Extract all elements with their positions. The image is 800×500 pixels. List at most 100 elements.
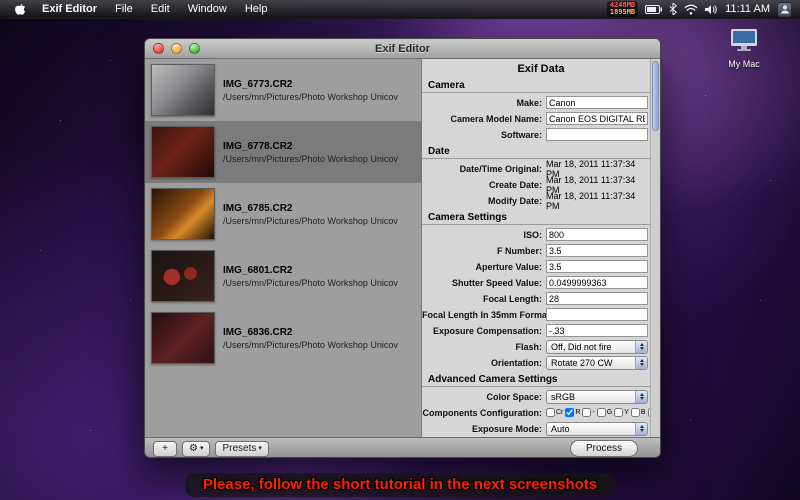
section-title: Camera Settings	[422, 209, 660, 224]
file-thumbnail	[151, 126, 215, 178]
focal-length-input[interactable]	[546, 292, 648, 305]
apple-menu-icon[interactable]	[8, 2, 32, 16]
checkbox-label: -	[592, 409, 594, 416]
popup-arrows-icon	[635, 391, 647, 403]
action-menu-button[interactable]: ⚙ ▾	[182, 441, 210, 457]
field-label: Exposure Compensation:	[422, 326, 546, 336]
checkbox[interactable]	[565, 408, 574, 417]
exposure-mode-select[interactable]: Auto	[546, 422, 648, 436]
checkbox[interactable]	[546, 408, 555, 417]
checkbox-label: Y	[624, 409, 629, 416]
window-titlebar[interactable]: Exif Editor	[145, 39, 660, 59]
orientation-select[interactable]: Rotate 270 CW	[546, 356, 648, 370]
camera-model-input[interactable]	[546, 112, 648, 125]
exif-panel: Exif Data Camera Make: Camera Model Name…	[421, 59, 660, 437]
presets-button-label: Presets	[222, 443, 256, 454]
file-thumbnail	[151, 312, 215, 364]
component-checkbox-y[interactable]: Y	[614, 408, 629, 417]
process-button[interactable]: Process	[570, 440, 638, 457]
aperture-value-input[interactable]	[546, 260, 648, 273]
iso-input[interactable]	[546, 228, 648, 241]
field-label: Focal Length In 35mm Format:	[422, 310, 546, 320]
menu-edit[interactable]: Edit	[143, 0, 178, 19]
file-path: /Users/mn/Pictures/Photo Workshop Unicov	[223, 154, 398, 164]
scrollbar-thumb[interactable]	[652, 61, 659, 131]
scrollbar[interactable]	[650, 59, 660, 437]
file-path: /Users/mn/Pictures/Photo Workshop Unicov	[223, 216, 398, 226]
tutorial-banner: Please, follow the short tutorial in the…	[185, 473, 615, 497]
file-name: IMG_6773.CR2	[223, 79, 398, 90]
software-input[interactable]	[546, 128, 648, 141]
color-space-select[interactable]: sRGB	[546, 390, 648, 404]
menu-clock[interactable]: 11:11 AM	[725, 3, 770, 15]
exposure-compensation-input[interactable]	[546, 324, 648, 337]
popup-arrows-icon	[635, 341, 647, 353]
file-name: IMG_6778.CR2	[223, 141, 398, 152]
checkbox-label: G	[607, 409, 612, 416]
focal-length-35mm-input[interactable]	[546, 308, 648, 321]
f-number-input[interactable]	[546, 244, 648, 257]
menu-file[interactable]: File	[107, 0, 141, 19]
file-thumbnail	[151, 188, 215, 240]
checkbox[interactable]	[631, 408, 640, 417]
window-toolbar: + ⚙ ▾ Presets ▾ Process	[145, 437, 660, 458]
menu-app-name[interactable]: Exif Editor	[34, 0, 105, 19]
presets-button[interactable]: Presets ▾	[215, 441, 268, 457]
desktop-icon-label: My Mac	[718, 59, 770, 69]
file-thumbnail	[151, 250, 215, 302]
desktop-icon-my-mac[interactable]: My Mac	[718, 28, 770, 69]
file-list-item[interactable]: IMG_6801.CR2 /Users/mn/Pictures/Photo Wo…	[145, 245, 421, 307]
field-label: Make:	[422, 98, 546, 108]
shutter-speed-input[interactable]	[546, 276, 648, 289]
volume-icon[interactable]	[705, 4, 718, 15]
menu-bar: Exif Editor File Edit Window Help 4248MB…	[0, 0, 800, 19]
zoom-button[interactable]	[189, 43, 200, 54]
section-title: Advanced Camera Settings	[422, 371, 660, 386]
popup-arrows-icon	[635, 423, 647, 435]
file-path: /Users/mn/Pictures/Photo Workshop Unicov	[223, 92, 398, 102]
field-label: Aperture Value:	[422, 262, 546, 272]
section-camera: Camera Make: Camera Model Name: Software…	[422, 77, 660, 142]
wifi-icon[interactable]	[684, 4, 698, 15]
file-list-item[interactable]: IMG_6773.CR2 /Users/mn/Pictures/Photo Wo…	[145, 59, 421, 121]
chevron-down-icon: ▾	[258, 445, 262, 452]
exif-editor-window: Exif Editor IMG_6773.CR2 /Users/mn/Pictu…	[144, 38, 661, 458]
desktop: Exif Editor File Edit Window Help 4248MB…	[0, 0, 800, 500]
make-input[interactable]	[546, 96, 648, 109]
add-file-button[interactable]: +	[153, 441, 177, 457]
checkbox-label: Cr	[556, 409, 563, 416]
file-list-item[interactable]: IMG_6785.CR2 /Users/mn/Pictures/Photo Wo…	[145, 183, 421, 245]
exif-data-header: Exif Data	[422, 59, 660, 77]
component-checkbox-cr[interactable]: Cr	[546, 408, 563, 417]
checkbox[interactable]	[597, 408, 606, 417]
field-label: Color Space:	[422, 392, 546, 402]
component-checkbox-g[interactable]: G	[597, 408, 612, 417]
menu-help[interactable]: Help	[237, 0, 276, 19]
field-label: Modify Date:	[422, 196, 546, 206]
section-title: Date	[422, 143, 660, 158]
file-thumbnail	[151, 64, 215, 116]
memory-meter[interactable]: 4248MB 1895MB	[607, 1, 638, 17]
component-checkbox-r[interactable]: R	[565, 408, 580, 417]
battery-icon[interactable]	[645, 5, 662, 14]
close-button[interactable]	[153, 43, 164, 54]
menu-window[interactable]: Window	[180, 0, 235, 19]
minimize-button[interactable]	[171, 43, 182, 54]
modify-date-value: Mar 18, 2011 11:37:34 PM	[546, 191, 648, 211]
checkbox[interactable]	[614, 408, 623, 417]
field-label: ISO:	[422, 230, 546, 240]
section-title: Camera	[422, 77, 660, 92]
field-label: Software:	[422, 130, 546, 140]
file-list-item-selected[interactable]: IMG_6778.CR2 /Users/mn/Pictures/Photo Wo…	[145, 121, 421, 183]
component-checkbox-b[interactable]: B	[631, 408, 646, 417]
file-list-item[interactable]: IMG_6836.CR2 /Users/mn/Pictures/Photo Wo…	[145, 307, 421, 369]
field-label: Date/Time Original:	[422, 164, 546, 174]
file-path: /Users/mn/Pictures/Photo Workshop Unicov	[223, 340, 398, 350]
component-checkbox-dash[interactable]: -	[582, 408, 594, 417]
user-menu-icon[interactable]	[777, 2, 792, 17]
checkbox[interactable]	[582, 408, 591, 417]
bluetooth-icon[interactable]	[669, 3, 677, 15]
flash-select[interactable]: Off, Did not fire	[546, 340, 648, 354]
file-name: IMG_6785.CR2	[223, 203, 398, 214]
field-label: Components Configuration:	[422, 408, 546, 418]
